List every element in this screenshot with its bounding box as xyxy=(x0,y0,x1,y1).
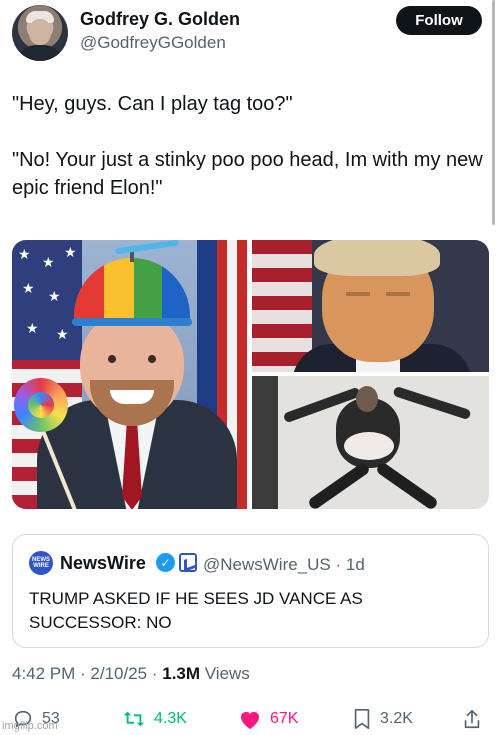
views-count: 1.3M xyxy=(162,664,201,683)
avatar-suit xyxy=(16,45,64,61)
star-icon: ★ xyxy=(42,254,55,270)
eye xyxy=(108,355,116,363)
arm xyxy=(392,385,472,421)
author-avatar[interactable] xyxy=(12,5,68,61)
brow xyxy=(346,292,370,296)
media-image-dancing-figure[interactable] xyxy=(252,376,489,509)
repost-count: 4.3K xyxy=(154,710,187,727)
media-image-portrait[interactable] xyxy=(252,240,489,372)
star-icon: ★ xyxy=(48,288,61,304)
quoted-text: TRUMP ASKED IF HE SEES JD VANCE AS SUCCE… xyxy=(29,589,363,632)
cap-segment xyxy=(104,258,134,324)
leg xyxy=(306,461,372,509)
star-icon: ★ xyxy=(22,280,35,296)
media-grid[interactable]: ★ ★ ★ ★ ★ ★ ★ xyxy=(12,240,489,509)
flag-canton: ★ ★ ★ ★ ★ ★ ★ xyxy=(12,240,82,360)
avatar-face xyxy=(29,19,51,45)
bookmark-count: 3.2K xyxy=(380,710,413,727)
follow-button[interactable]: Follow xyxy=(396,6,482,35)
bookmark-icon xyxy=(354,709,370,729)
like-button[interactable]: 67K xyxy=(238,704,298,734)
repost-button[interactable]: 4.3K xyxy=(122,704,187,734)
verified-badge-icon: ✓ xyxy=(156,553,175,572)
eye xyxy=(148,355,156,363)
cap-segment xyxy=(74,258,104,324)
share-icon xyxy=(464,709,480,729)
cap-brim xyxy=(72,318,192,326)
scrollbar[interactable] xyxy=(492,0,495,225)
leg xyxy=(374,461,440,509)
views-label: Views xyxy=(200,664,250,683)
heart-icon xyxy=(241,712,259,729)
dark-edge xyxy=(252,376,278,509)
quoted-display-name[interactable]: NewsWire xyxy=(60,553,146,574)
propeller-cap xyxy=(74,258,190,324)
media-image-capped-man[interactable]: ★ ★ ★ ★ ★ ★ ★ xyxy=(12,240,247,509)
lollipop-icon xyxy=(14,378,68,432)
tweet-text-line-2: "No! Your just a stinky poo poo head, Im… xyxy=(12,149,483,199)
cap-segment xyxy=(134,258,162,324)
author-handle[interactable]: @GodfreyGGolden xyxy=(80,33,226,53)
quoted-handle-time[interactable]: @NewsWire_US · 1d xyxy=(203,555,365,575)
repost-icon xyxy=(123,711,145,727)
affiliation-badge-icon xyxy=(179,553,197,572)
hair xyxy=(314,240,440,276)
quoted-avatar[interactable]: NEWS WIRE xyxy=(29,551,53,575)
like-count: 67K xyxy=(270,710,299,727)
quoted-tweet[interactable]: NEWS WIRE NewsWire ✓ @NewsWire_US · 1d T… xyxy=(12,534,489,648)
star-icon: ★ xyxy=(56,326,69,342)
action-bar: 53 4.3K 67K 3.2K xyxy=(0,704,500,734)
tweet: Godfrey G. Golden @GodfreyGGolden Follow… xyxy=(0,0,500,735)
tweet-text: "Hey, guys. Can I play tag too?" "No! Yo… xyxy=(12,90,488,202)
bookmark-button[interactable]: 3.2K xyxy=(352,704,413,734)
head xyxy=(356,386,378,412)
watermark: imgflip.com xyxy=(2,720,58,732)
brow xyxy=(386,292,410,296)
cap-segment xyxy=(162,258,190,324)
tweet-meta: 4:42 PM · 2/10/25 · 1.3M Views xyxy=(12,664,250,684)
star-icon: ★ xyxy=(26,320,39,336)
lollipop-swirl xyxy=(28,392,54,418)
author-display-name[interactable]: Godfrey G. Golden xyxy=(80,9,240,30)
tweet-text-line-1: "Hey, guys. Can I play tag too?" xyxy=(12,93,293,115)
star-icon: ★ xyxy=(18,246,31,262)
timestamp[interactable]: 4:42 PM · 2/10/25 · xyxy=(12,664,162,683)
share-button[interactable] xyxy=(462,704,490,734)
belly xyxy=(344,432,394,460)
flag xyxy=(252,240,312,372)
